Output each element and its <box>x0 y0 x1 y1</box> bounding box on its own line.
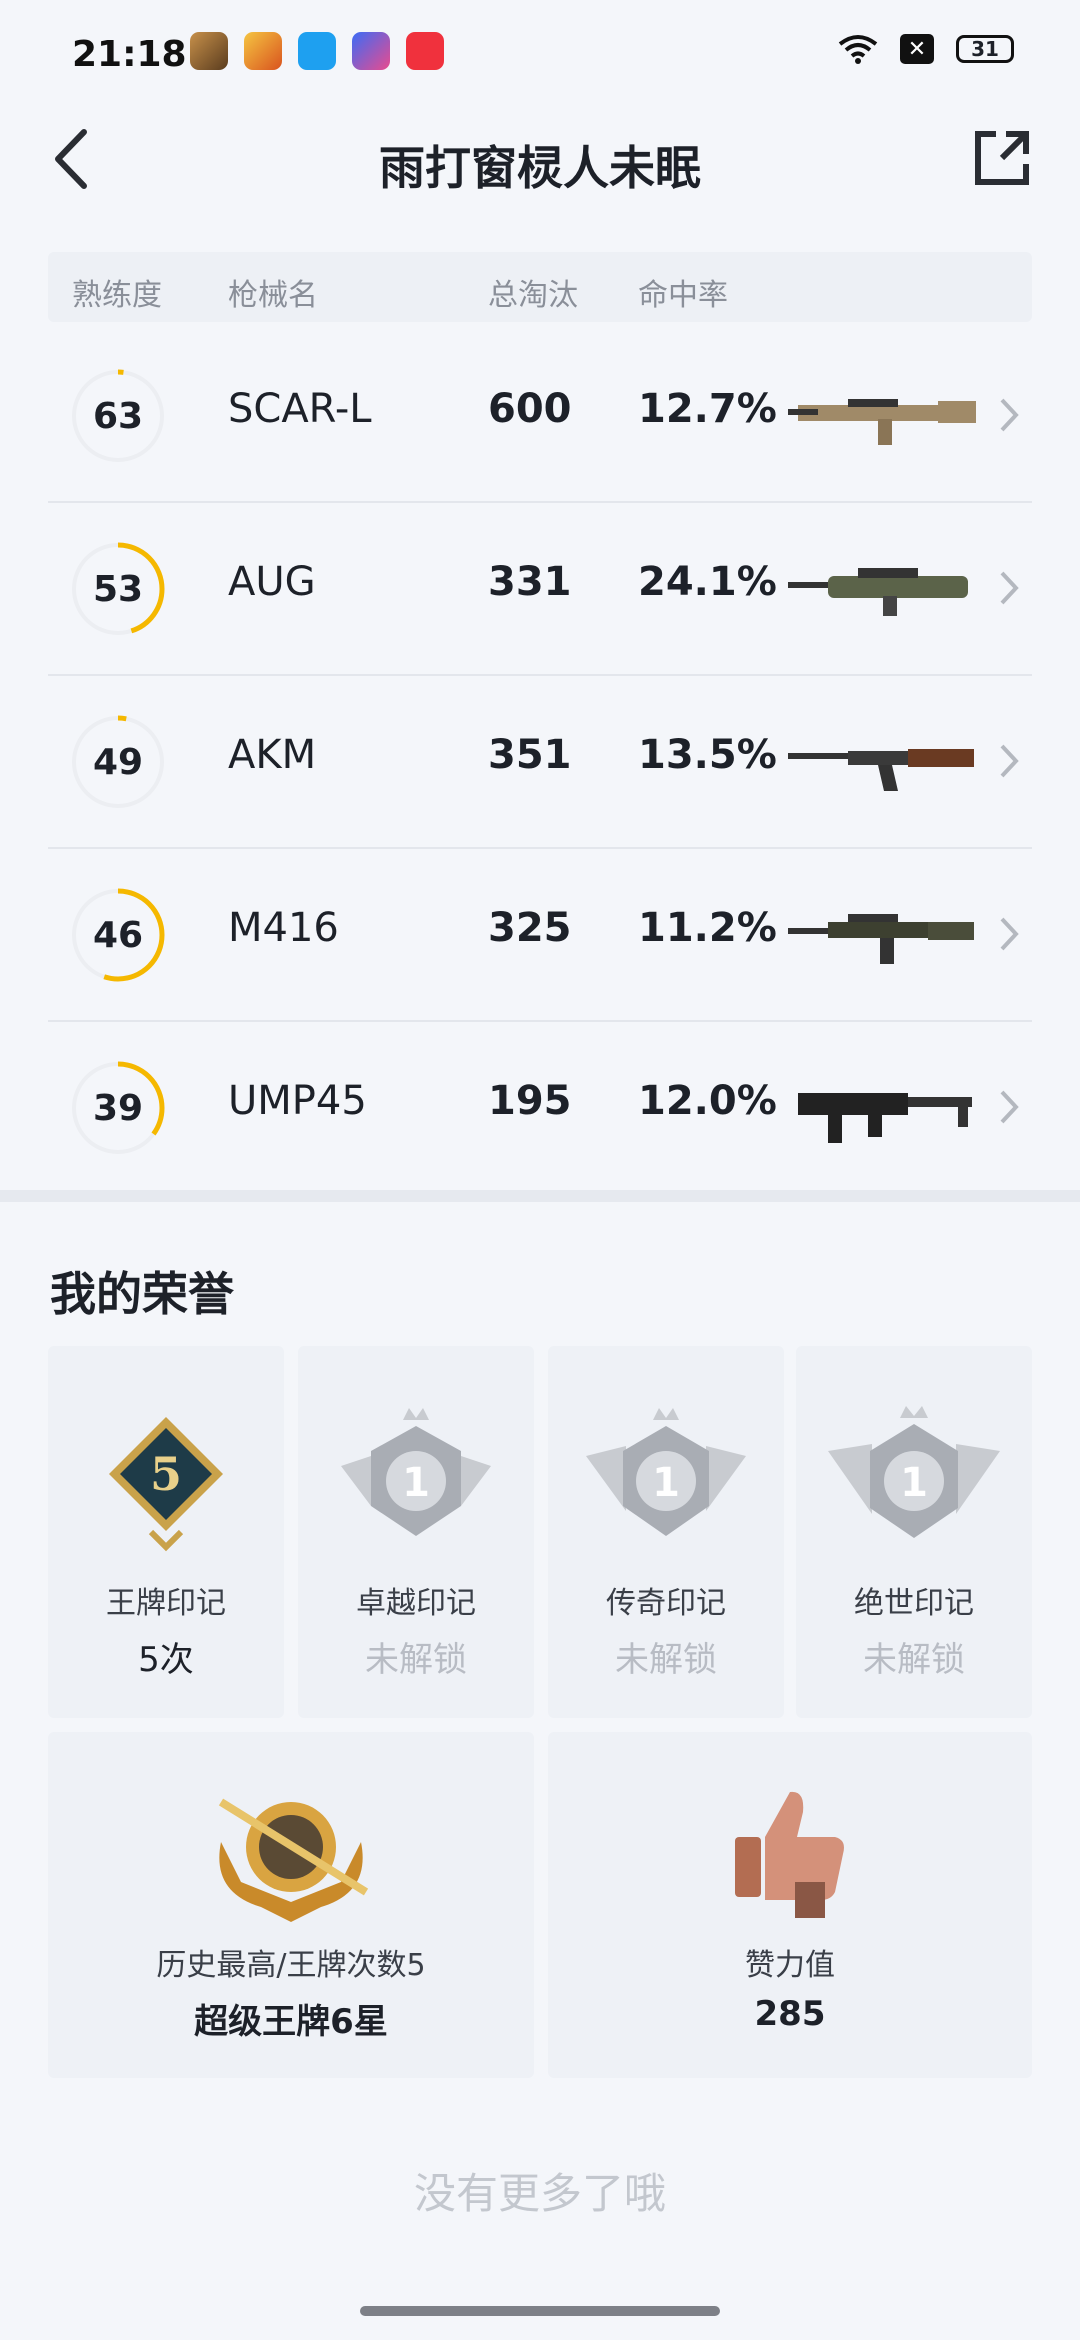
game-center-icon <box>244 32 282 70</box>
status-time: 21:18 <box>72 34 187 75</box>
highest-rank-value: 超级王牌6星 <box>194 2002 388 2042</box>
weapon-kills: 600 <box>488 386 572 432</box>
peerless-mark-badge-icon: 1 <box>828 1406 1000 1538</box>
weapon-hit-rate: 13.5% <box>638 732 777 778</box>
home-indicator[interactable] <box>360 2306 720 2316</box>
peerless-mark-badge-number: 1 <box>900 1460 928 1506</box>
weapon-name: M416 <box>228 905 339 951</box>
weapon-kills: 351 <box>488 732 572 778</box>
weapon-kills: 195 <box>488 1078 572 1124</box>
akm-image <box>788 749 974 791</box>
star-app-icon <box>352 32 390 70</box>
section-divider <box>0 1190 1080 1202</box>
status-bar: 21:18 ✕ 31 <box>0 0 1080 110</box>
weapon-name: AUG <box>228 559 316 605</box>
ump45-image <box>798 1093 972 1143</box>
proficiency-ring: 49 <box>70 714 166 810</box>
weapon-row[interactable]: 39 UMP45 195 12.0% <box>48 1022 1032 1193</box>
weapon-name: AKM <box>228 732 317 778</box>
scar-l-image <box>788 399 976 445</box>
weapon-hit-rate: 11.2% <box>638 905 777 951</box>
weapon-row[interactable]: 46 M416 325 11.2% <box>48 849 1032 1022</box>
proficiency-level: 39 <box>92 1087 144 1129</box>
chevron-right-icon <box>1000 744 1019 778</box>
likes-card[interactable]: 赞力值 285 <box>548 1732 1032 2078</box>
badge-label: 传奇印记 <box>606 1586 726 1621</box>
header-total-kills: 总淘汰 <box>488 278 578 313</box>
weapon-row[interactable]: 53 AUG 331 24.1% <box>48 503 1032 676</box>
m416-image <box>788 914 974 964</box>
legend-mark-badge-number: 1 <box>652 1460 680 1506</box>
status-indicators: ✕ 31 <box>838 34 1014 64</box>
chevron-right-icon <box>1000 571 1019 605</box>
badge-value: 未解锁 <box>863 1640 965 1680</box>
weapon-kills: 325 <box>488 905 572 951</box>
highest-rank-label: 历史最高/王牌次数5 <box>156 1948 426 1983</box>
page-title: 雨打窗棂人未眠 <box>379 141 701 195</box>
header-hit-rate: 命中率 <box>638 278 728 313</box>
top-bar: 雨打窗棂人未眠 <box>0 110 1080 210</box>
proficiency-ring: 53 <box>70 541 166 637</box>
weapon-kills: 331 <box>488 559 572 605</box>
badge-label: 绝世印记 <box>854 1586 974 1621</box>
weapon-name: UMP45 <box>228 1078 367 1124</box>
weapon-table-header: 熟练度 枪械名 总淘汰 命中率 <box>48 252 1032 322</box>
ace-mark-badge-icon: 5 <box>109 1417 223 1552</box>
badge-label: 王牌印记 <box>106 1586 226 1621</box>
weapon-row[interactable]: 49 AKM 351 13.5% <box>48 676 1032 849</box>
badge-ace-mark[interactable]: 5 王牌印记 5次 <box>48 1346 284 1718</box>
header-weapon-name: 枪械名 <box>228 278 318 313</box>
badge-value: 5次 <box>138 1640 194 1680</box>
proficiency-level: 49 <box>92 741 144 783</box>
legend-mark-badge-icon: 1 <box>586 1408 746 1536</box>
likes-value: 285 <box>754 1994 826 2034</box>
excellent-mark-badge-number: 1 <box>402 1460 430 1506</box>
weapon-list: 63 SCAR-L 600 12.7% 53 AUG 331 24.1% 49 … <box>48 330 1032 1193</box>
badge-value: 未解锁 <box>365 1640 467 1680</box>
chevron-right-icon <box>1000 917 1019 951</box>
proficiency-ring: 46 <box>70 887 166 983</box>
game-app-icon <box>190 32 228 70</box>
notification-apps <box>190 32 444 70</box>
thumbs-up-icon <box>735 1791 844 1918</box>
header-proficiency: 熟练度 <box>72 278 162 313</box>
ace-mark-badge-number: 5 <box>150 1447 182 1501</box>
badge-peerless-mark[interactable]: 1 绝世印记 未解锁 <box>796 1346 1032 1718</box>
weapon-hit-rate: 12.7% <box>638 386 777 432</box>
excellent-mark-badge-icon: 1 <box>341 1408 491 1536</box>
wifi-icon <box>838 35 878 64</box>
highest-rank-card[interactable]: 历史最高/王牌次数5 超级王牌6星 <box>48 1732 534 2078</box>
proficiency-level: 63 <box>92 395 144 437</box>
no-more-text: 没有更多了哦 <box>413 2169 666 2218</box>
weapon-name: SCAR-L <box>228 386 372 432</box>
ace-rank-emblem-icon <box>218 1798 369 1922</box>
badge-value: 未解锁 <box>615 1640 717 1680</box>
weapon-row[interactable]: 63 SCAR-L 600 12.7% <box>48 330 1032 503</box>
weapon-hit-rate: 12.0% <box>638 1078 777 1124</box>
chevron-right-icon <box>1000 398 1019 432</box>
badge-excellent-mark[interactable]: 1 卓越印记 未解锁 <box>298 1346 534 1718</box>
weapon-hit-rate: 24.1% <box>638 559 777 605</box>
proficiency-ring: 39 <box>70 1060 166 1156</box>
proficiency-ring: 63 <box>70 368 166 464</box>
likes-label: 赞力值 <box>745 1948 835 1983</box>
no-sim-icon: ✕ <box>900 34 934 64</box>
badge-legend-mark[interactable]: 1 传奇印记 未解锁 <box>548 1346 784 1718</box>
battery-level: 31 <box>971 37 999 61</box>
chevron-right-icon <box>1000 1090 1019 1124</box>
music-app-icon <box>406 32 444 70</box>
badge-label: 卓越印记 <box>356 1586 476 1621</box>
aug-image <box>788 568 968 616</box>
honors-title: 我的荣誉 <box>50 1267 234 1321</box>
battery-icon: 31 <box>956 35 1014 63</box>
share-button[interactable] <box>966 122 1038 194</box>
qq-icon <box>298 32 336 70</box>
proficiency-level: 53 <box>92 568 144 610</box>
proficiency-level: 46 <box>92 914 144 956</box>
